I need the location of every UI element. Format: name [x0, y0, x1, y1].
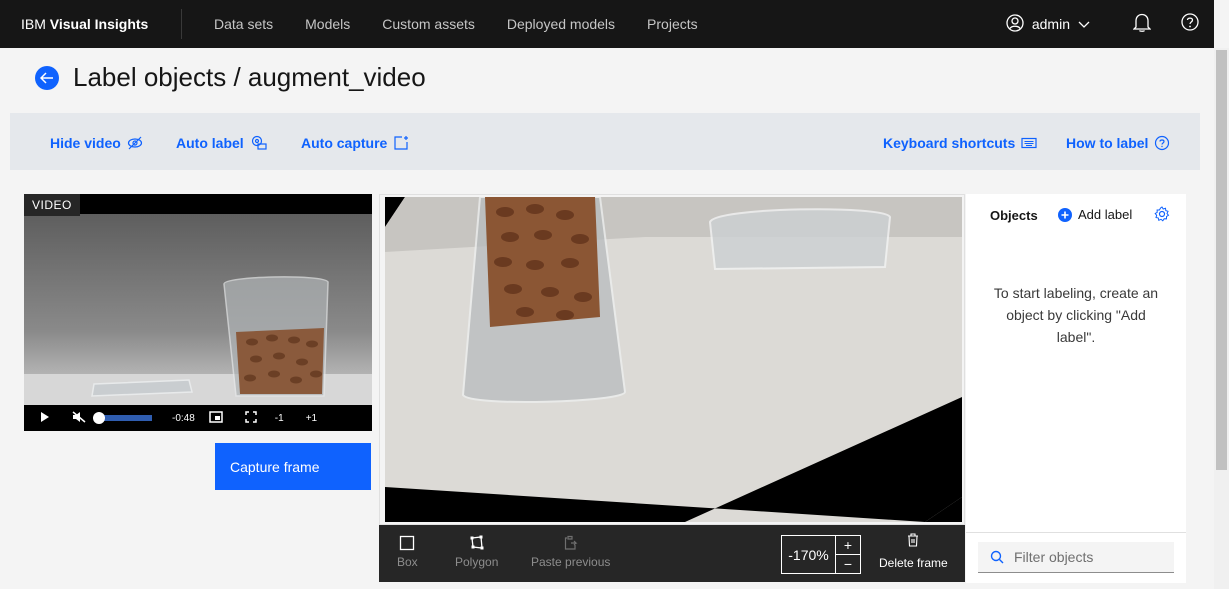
step-forward-button[interactable]: +1: [306, 413, 317, 424]
divider: [966, 532, 1186, 533]
mute-icon[interactable]: [72, 410, 86, 426]
labeling-canvas[interactable]: [385, 197, 962, 522]
objects-settings-button[interactable]: [1154, 206, 1170, 227]
zoom-level: -170%: [782, 536, 836, 573]
eye-off-icon: [127, 136, 142, 150]
paste-icon: [564, 531, 578, 555]
zoom-out-button[interactable]: −: [836, 555, 860, 573]
filter-objects-input[interactable]: Filter objects: [978, 542, 1174, 573]
page-header: Label objects / augment_video: [35, 62, 426, 93]
trash-icon: [907, 533, 919, 550]
video-frame: [24, 214, 372, 410]
bell-icon: [1132, 12, 1152, 37]
add-circle-icon: [1058, 207, 1072, 222]
how-to-label-text: How to label: [1066, 135, 1149, 151]
arrow-left-icon: [40, 71, 53, 84]
how-to-label-button[interactable]: How to label: [1066, 135, 1170, 151]
video-time: -0:48: [172, 412, 195, 424]
auto-capture-icon: [394, 136, 409, 150]
nav-data-sets[interactable]: Data sets: [214, 16, 273, 32]
box-tool[interactable]: Box: [397, 531, 418, 569]
auto-label-text: Auto label: [176, 135, 244, 151]
chevron-down-icon: [1078, 16, 1090, 32]
brand-logo[interactable]: IBM Visual Insights: [0, 9, 182, 39]
picture-in-picture-icon[interactable]: [209, 410, 223, 426]
objects-empty-message: To start labeling, create an object by c…: [993, 285, 1159, 345]
auto-capture-button[interactable]: Auto capture: [301, 135, 409, 151]
scrollbar-thumb[interactable]: [1216, 50, 1227, 470]
play-icon[interactable]: [40, 411, 50, 425]
help-icon: [1181, 12, 1199, 36]
video-tag: VIDEO: [24, 194, 80, 216]
box-tool-label: Box: [397, 555, 418, 569]
capture-frame-button[interactable]: Capture frame: [215, 443, 371, 490]
nav-deployed-models[interactable]: Deployed models: [507, 16, 615, 32]
help-circle-icon: [1155, 135, 1170, 151]
delete-frame-button[interactable]: Delete frame: [879, 533, 948, 570]
auto-label-button[interactable]: Auto label: [176, 135, 268, 151]
back-button[interactable]: [35, 65, 59, 90]
notification-button[interactable]: [1118, 12, 1166, 37]
brand-prefix: IBM: [21, 16, 46, 32]
paste-previous-tool[interactable]: Paste previous: [531, 531, 610, 569]
polygon-tool[interactable]: Polygon: [455, 531, 498, 569]
page-title: Label objects / augment_video: [73, 62, 426, 92]
nav-custom-assets[interactable]: Custom assets: [382, 16, 475, 32]
user-menu[interactable]: admin: [1006, 13, 1090, 35]
help-button[interactable]: [1166, 12, 1214, 36]
fullscreen-icon[interactable]: [245, 410, 257, 426]
keyboard-shortcuts-button[interactable]: Keyboard shortcuts: [883, 135, 1037, 151]
paste-previous-label: Paste previous: [531, 555, 611, 569]
search-icon: [990, 550, 1004, 564]
brand-name: Visual Insights: [49, 16, 149, 32]
nav-models[interactable]: Models: [305, 16, 350, 32]
box-icon: [399, 531, 415, 555]
keyboard-shortcuts-text: Keyboard shortcuts: [883, 135, 1016, 151]
filter-placeholder: Filter objects: [1014, 549, 1094, 565]
hide-video-label: Hide video: [50, 135, 121, 151]
user-avatar-icon: [1006, 13, 1024, 35]
polygon-tool-label: Polygon: [455, 555, 499, 569]
user-name: admin: [1031, 16, 1070, 32]
polygon-icon: [469, 531, 485, 555]
add-label-button[interactable]: Add label: [1058, 207, 1132, 222]
delete-frame-label: Delete frame: [879, 556, 948, 570]
page-scrollbar[interactable]: [1214, 48, 1229, 589]
objects-heading: Objects: [990, 208, 1038, 223]
add-label-text: Add label: [1078, 207, 1133, 222]
objects-panel: Objects Add label To start labeling, cre…: [966, 194, 1186, 583]
auto-capture-text: Auto capture: [301, 135, 388, 151]
gear-icon: [1154, 206, 1170, 222]
nav-projects[interactable]: Projects: [647, 16, 698, 32]
drawing-toolbar: Box Polygon Paste previous -170% + − Del…: [379, 525, 965, 582]
keyboard-icon: [1021, 137, 1037, 149]
zoom-in-button[interactable]: +: [836, 536, 860, 555]
step-back-button[interactable]: -1: [275, 413, 284, 424]
video-controls: -0:48 -1 +1: [24, 405, 372, 431]
auto-label-icon: [251, 135, 267, 150]
video-player[interactable]: VIDEO: [24, 194, 372, 431]
hide-video-button[interactable]: Hide video: [50, 135, 143, 151]
top-nav: IBM Visual Insights Data sets Models Cus…: [0, 0, 1214, 48]
zoom-control: -170% + −: [781, 535, 861, 574]
progress-slider[interactable]: [92, 412, 152, 424]
label-toolbar: Hide video Auto label Auto capture Keybo…: [10, 113, 1200, 170]
